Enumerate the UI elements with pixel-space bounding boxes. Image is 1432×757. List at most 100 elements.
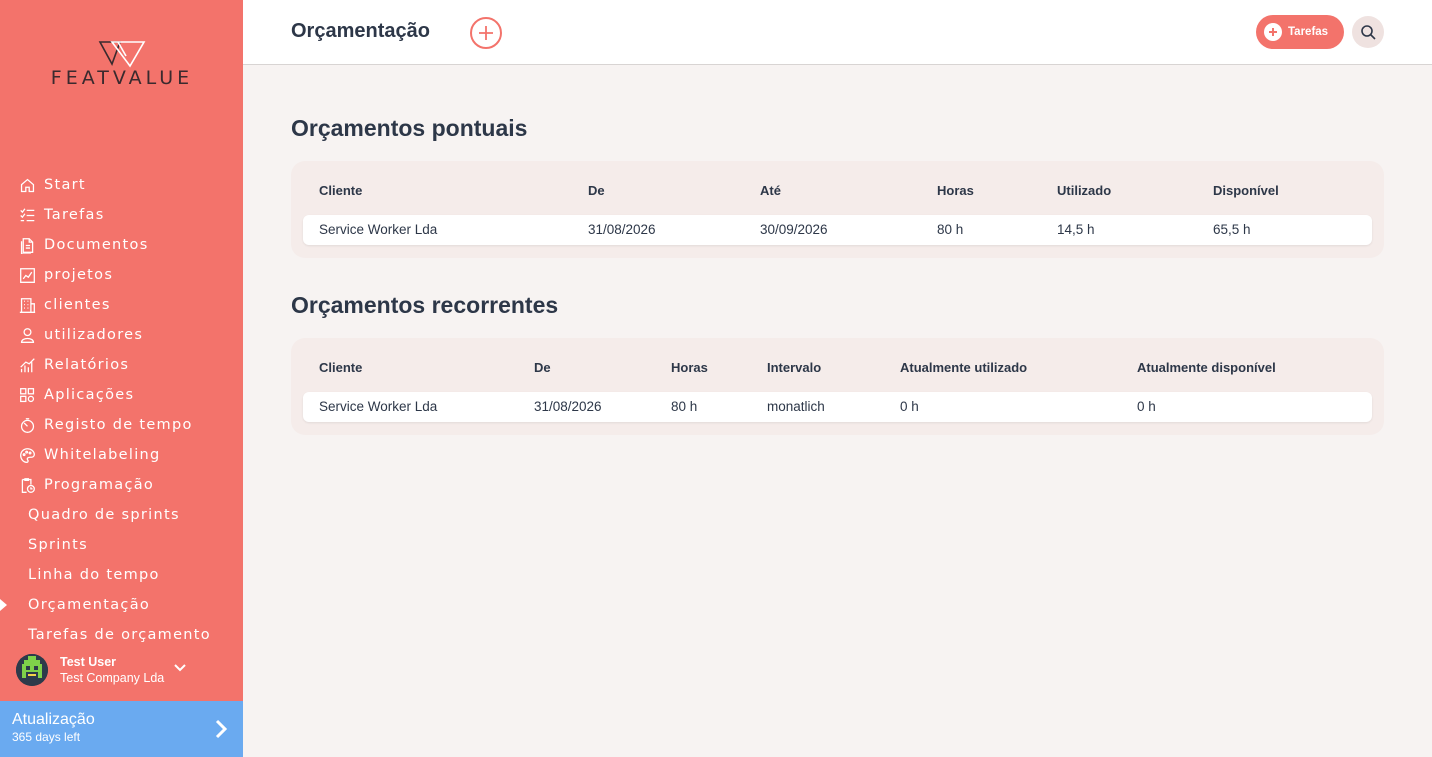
cell-from: 31/08/2026 <box>534 399 602 414</box>
cell-interval: monatlich <box>767 399 825 414</box>
apps-icon <box>18 386 36 404</box>
sidebar-subitem-orcamentacao[interactable]: Orçamentação <box>0 590 243 620</box>
sidebar-item-projetos[interactable]: projetos <box>0 260 243 290</box>
column-header: De <box>534 360 551 375</box>
upgrade-title: Atualização <box>12 711 95 728</box>
one-time-budgets-title: Orçamentos pontuais <box>291 115 528 141</box>
avatar <box>16 654 48 686</box>
user-icon <box>18 326 36 344</box>
sidebar-item-clientes[interactable]: clientes <box>0 290 243 320</box>
sidebar-nav: Start Tarefas Documentos projetos client… <box>0 170 243 650</box>
cell-from: 31/08/2026 <box>588 222 656 237</box>
sidebar-item-label: Documentos <box>44 237 149 253</box>
add-budget-button[interactable] <box>470 17 502 49</box>
chart-icon <box>18 266 36 284</box>
cell-client: Service Worker Lda <box>319 222 438 237</box>
sidebar: FEATVALUE Start Tarefas Documentos proje… <box>0 0 243 757</box>
sidebar-item-label: Linha do tempo <box>28 567 160 583</box>
sidebar-subitem-tarefas-de-orcamento[interactable]: Tarefas de orçamento <box>0 620 243 650</box>
logo-mark-icon <box>98 41 146 68</box>
add-task-button[interactable]: Tarefas <box>1256 15 1344 49</box>
sidebar-subitem-sprints[interactable]: Sprints <box>0 530 243 560</box>
sidebar-item-label: Sprints <box>28 537 88 553</box>
column-header: Horas <box>671 360 708 375</box>
cell-hours: 80 h <box>671 399 698 414</box>
palette-icon <box>18 446 36 464</box>
home-icon <box>18 176 36 194</box>
sidebar-item-tarefas[interactable]: Tarefas <box>0 200 243 230</box>
column-header: Atualmente utilizado <box>900 360 1028 375</box>
main-content: Orçamentos pontuais Cliente De Até Horas… <box>243 65 1432 757</box>
sidebar-item-aplicacoes[interactable]: Aplicações <box>0 380 243 410</box>
table-header: Cliente De Horas Intervalo Atualmente ut… <box>291 338 1384 396</box>
chevron-right-icon <box>215 719 228 744</box>
cell-available: 65,5 h <box>1213 222 1251 237</box>
documents-icon <box>18 236 36 254</box>
sidebar-item-label: Quadro de sprints <box>28 507 180 523</box>
column-header: Cliente <box>319 360 363 375</box>
sidebar-item-label: projetos <box>44 267 114 283</box>
cell-currently-available: 0 h <box>1137 399 1156 414</box>
cell-used: 14,5 h <box>1057 222 1095 237</box>
plus-icon <box>479 26 493 40</box>
sidebar-item-label: Start <box>44 177 86 193</box>
column-header: Horas <box>937 183 974 198</box>
sidebar-subitem-quadro-de-sprints[interactable]: Quadro de sprints <box>0 500 243 530</box>
building-icon <box>18 296 36 314</box>
sidebar-item-programacao[interactable]: Programação <box>0 470 243 500</box>
recurring-budgets-title: Orçamentos recorrentes <box>291 292 559 318</box>
sidebar-item-relatorios[interactable]: Relatórios <box>0 350 243 380</box>
upgrade-days-left: 365 days left <box>12 730 81 744</box>
sidebar-item-label: Whitelabeling <box>44 447 161 463</box>
sidebar-item-label: Programação <box>44 477 155 493</box>
upgrade-banner[interactable]: Atualização 365 days left <box>0 701 243 757</box>
sidebar-subitem-linha-do-tempo[interactable]: Linha do tempo <box>0 560 243 590</box>
column-header: De <box>588 183 605 198</box>
column-header: Cliente <box>319 183 363 198</box>
sidebar-item-registo-de-tempo[interactable]: Registo de tempo <box>0 410 243 440</box>
featvalue-logo[interactable]: FEATVALUE <box>36 40 208 90</box>
logo-text: FEATVALUE <box>50 67 194 89</box>
one-time-budgets-table: Cliente De Até Horas Utilizado Disponíve… <box>291 161 1384 258</box>
pixel-avatar-icon <box>16 654 48 686</box>
user-info: Test User Test Company Lda <box>60 654 164 686</box>
column-header: Atualmente disponível <box>1137 360 1276 375</box>
sidebar-item-label: Registo de tempo <box>44 417 193 433</box>
cell-to: 30/09/2026 <box>760 222 828 237</box>
recurring-budgets-table: Cliente De Horas Intervalo Atualmente ut… <box>291 338 1384 435</box>
cell-client: Service Worker Lda <box>319 399 438 414</box>
sidebar-item-label: Tarefas de orçamento <box>28 627 211 643</box>
cell-hours: 80 h <box>937 222 964 237</box>
sidebar-item-label: Relatórios <box>44 357 130 373</box>
sidebar-item-documentos[interactable]: Documentos <box>0 230 243 260</box>
sidebar-item-label: Aplicações <box>44 387 135 403</box>
timer-icon <box>18 416 36 434</box>
user-company: Test Company Lda <box>60 671 165 685</box>
column-header: Até <box>760 183 781 198</box>
top-header: Orçamentação Tarefas <box>243 0 1432 65</box>
chevron-down-icon[interactable] <box>174 659 186 677</box>
table-row[interactable]: Service Worker Lda 31/08/2026 30/09/2026… <box>303 215 1372 245</box>
user-menu[interactable]: Test User Test Company Lda <box>16 652 226 688</box>
checklist-icon <box>18 206 36 224</box>
search-button[interactable] <box>1352 16 1384 48</box>
table-header: Cliente De Até Horas Utilizado Disponíve… <box>291 161 1384 219</box>
table-row[interactable]: Service Worker Lda 31/08/2026 80 h monat… <box>303 392 1372 422</box>
user-name: Test User <box>60 655 117 669</box>
sidebar-item-utilizadores[interactable]: utilizadores <box>0 320 243 350</box>
bar-chart-icon <box>18 356 36 374</box>
sidebar-item-label: Orçamentação <box>28 597 151 613</box>
cell-currently-used: 0 h <box>900 399 919 414</box>
sidebar-item-label: utilizadores <box>44 327 144 343</box>
plus-icon <box>1264 23 1282 41</box>
sidebar-item-start[interactable]: Start <box>0 170 243 200</box>
search-icon <box>1361 25 1376 40</box>
column-header: Intervalo <box>767 360 822 375</box>
sidebar-item-label: Tarefas <box>44 207 105 223</box>
page-title: Orçamentação <box>291 20 430 42</box>
column-header: Disponível <box>1213 183 1279 198</box>
sidebar-item-whitelabeling[interactable]: Whitelabeling <box>0 440 243 470</box>
add-task-label: Tarefas <box>1288 26 1329 38</box>
clipboard-clock-icon <box>18 476 36 494</box>
column-header: Utilizado <box>1057 183 1112 198</box>
